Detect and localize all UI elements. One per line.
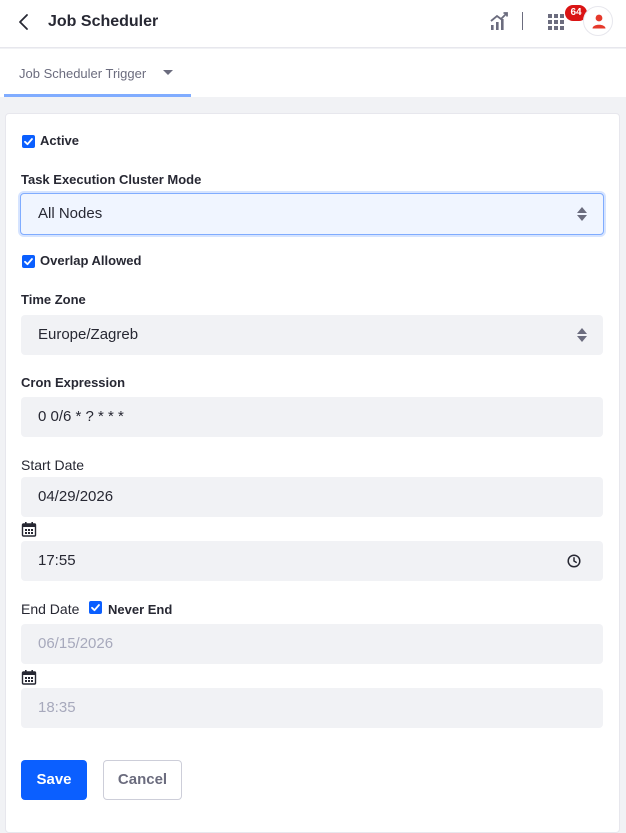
checkmark-icon (91, 604, 100, 612)
cluster-mode-select[interactable]: All Nodes (20, 193, 604, 235)
overlap-allowed-checkbox[interactable] (22, 255, 35, 268)
chevron-left-icon (19, 14, 28, 30)
end-time-input: 18:35 (21, 688, 603, 728)
timezone-label: Time Zone (21, 292, 86, 307)
page-title: Job Scheduler (48, 13, 159, 30)
cluster-mode-label: Task Execution Cluster Mode (21, 172, 202, 187)
checkmark-icon (24, 138, 33, 146)
active-checkbox[interactable] (22, 135, 35, 148)
select-arrows-icon (577, 328, 587, 342)
header-divider (522, 12, 523, 30)
timezone-select[interactable]: Europe/Zagreb (21, 315, 603, 355)
caret-down-icon (163, 70, 173, 75)
tab-label: Job Scheduler Trigger (19, 66, 147, 81)
analytics-button[interactable] (488, 10, 510, 32)
end-time-value: 18:35 (38, 699, 76, 716)
calendar-icon (21, 670, 37, 685)
back-button[interactable] (14, 11, 34, 33)
apps-grid-icon (548, 14, 564, 30)
cron-expression-input[interactable]: 0 0/6 * ? * * * (21, 397, 603, 437)
calendar-icon[interactable] (21, 521, 37, 537)
analytics-chart-icon (490, 12, 508, 30)
top-bar: Job Scheduler 64 (0, 0, 626, 48)
user-avatar[interactable] (583, 6, 613, 36)
start-date-label: Start Date (21, 457, 85, 473)
cancel-button[interactable]: Cancel (103, 760, 182, 800)
start-time-value: 17:55 (38, 552, 76, 569)
never-end-checkbox[interactable] (89, 601, 102, 614)
end-date-label: End Date (21, 601, 80, 617)
clock-icon[interactable] (567, 554, 581, 568)
cluster-mode-value: All Nodes (38, 205, 103, 222)
tab-bar: Job Scheduler Trigger (0, 49, 626, 97)
timezone-value: Europe/Zagreb (38, 326, 139, 343)
select-arrows-icon (577, 207, 587, 221)
overlap-allowed-label: Overlap Allowed (40, 253, 142, 268)
apps-button[interactable] (546, 12, 566, 32)
end-date-input: 06/15/2026 (21, 624, 603, 664)
start-date-value: 04/29/2026 (38, 488, 114, 505)
start-date-input[interactable]: 04/29/2026 (21, 477, 603, 517)
active-label: Active (40, 133, 80, 148)
start-time-input[interactable]: 17:55 (21, 541, 603, 581)
user-icon (592, 14, 606, 29)
checkmark-icon (24, 258, 33, 266)
cron-expression-value: 0 0/6 * ? * * * (38, 408, 124, 425)
cron-expression-label: Cron Expression (21, 375, 126, 390)
save-button[interactable]: Save (21, 760, 87, 800)
never-end-label: Never End (108, 602, 173, 617)
tab-job-scheduler-trigger[interactable]: Job Scheduler Trigger (4, 49, 191, 97)
end-date-value: 06/15/2026 (38, 635, 114, 652)
